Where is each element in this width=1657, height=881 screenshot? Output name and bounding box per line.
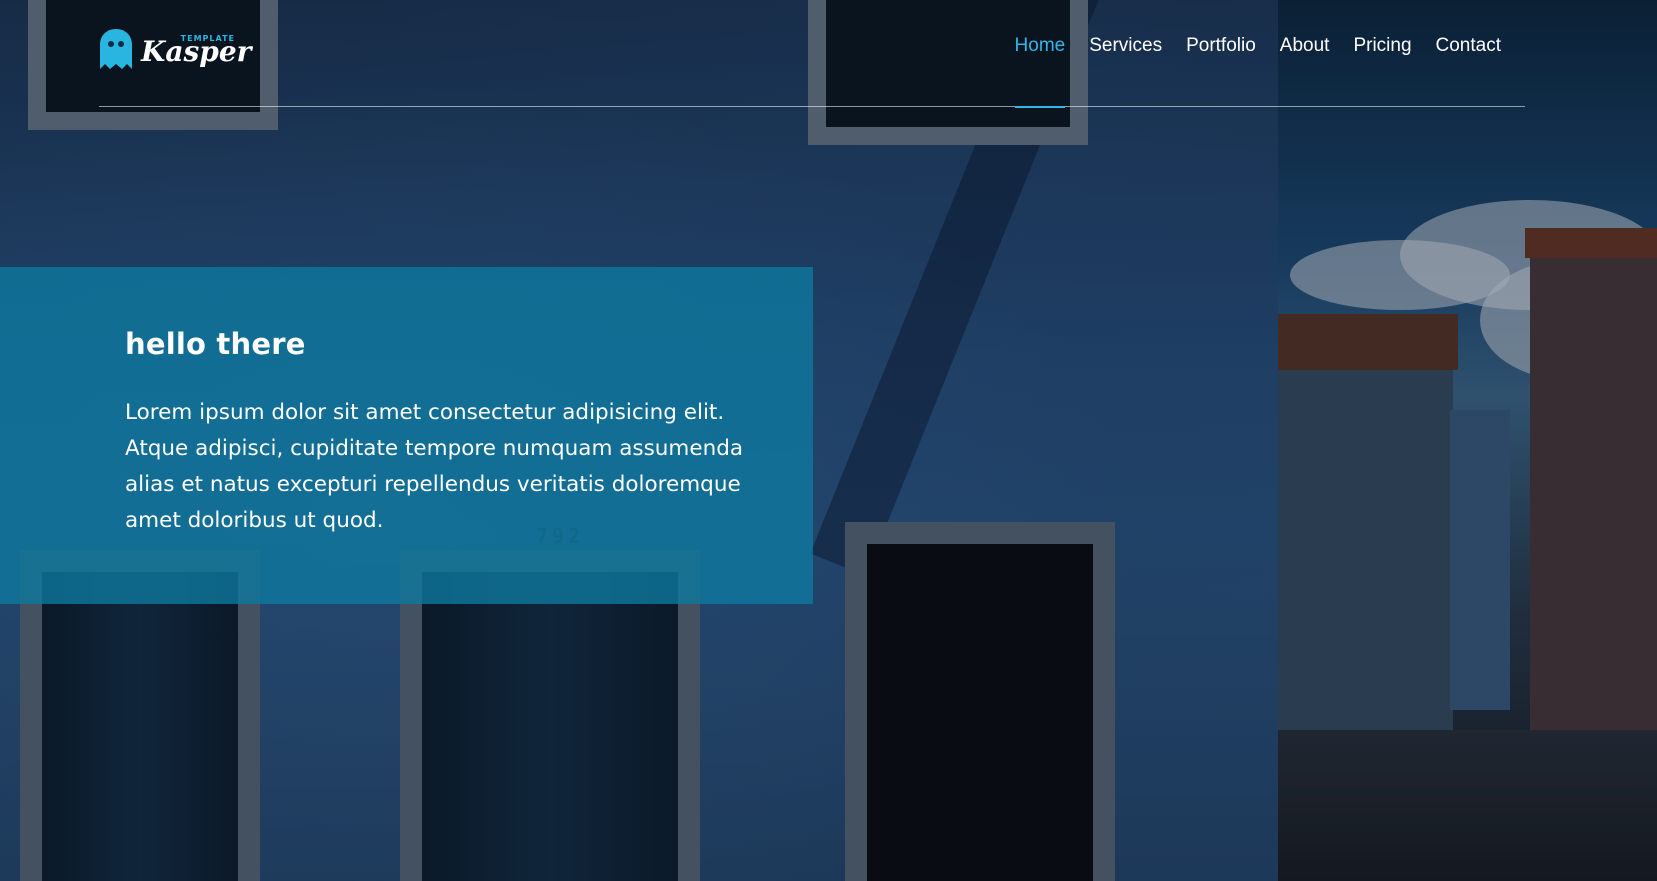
logo-text: TEMPLATE Kasper: [141, 22, 251, 70]
site-header: TEMPLATE Kasper Home Services Portfolio …: [99, 0, 1525, 108]
nav-item-home[interactable]: Home: [1003, 34, 1078, 108]
hero-box: hello there Lorem ipsum dolor sit amet c…: [0, 267, 813, 604]
nav-item-pricing[interactable]: Pricing: [1341, 34, 1423, 58]
logo[interactable]: TEMPLATE Kasper: [99, 22, 251, 70]
ghost-icon: [100, 29, 132, 69]
nav-item-about[interactable]: About: [1268, 34, 1342, 58]
logo-name: Kasper: [141, 35, 252, 68]
nav-item-contact[interactable]: Contact: [1424, 34, 1513, 58]
nav-item-services[interactable]: Services: [1077, 34, 1174, 58]
hero-title: hello there: [125, 327, 306, 361]
hero-text: Lorem ipsum dolor sit amet consectetur a…: [125, 400, 744, 533]
nav-item-portfolio[interactable]: Portfolio: [1174, 34, 1268, 58]
main-nav: Home Services Portfolio About Pricing Co…: [1003, 34, 1513, 108]
